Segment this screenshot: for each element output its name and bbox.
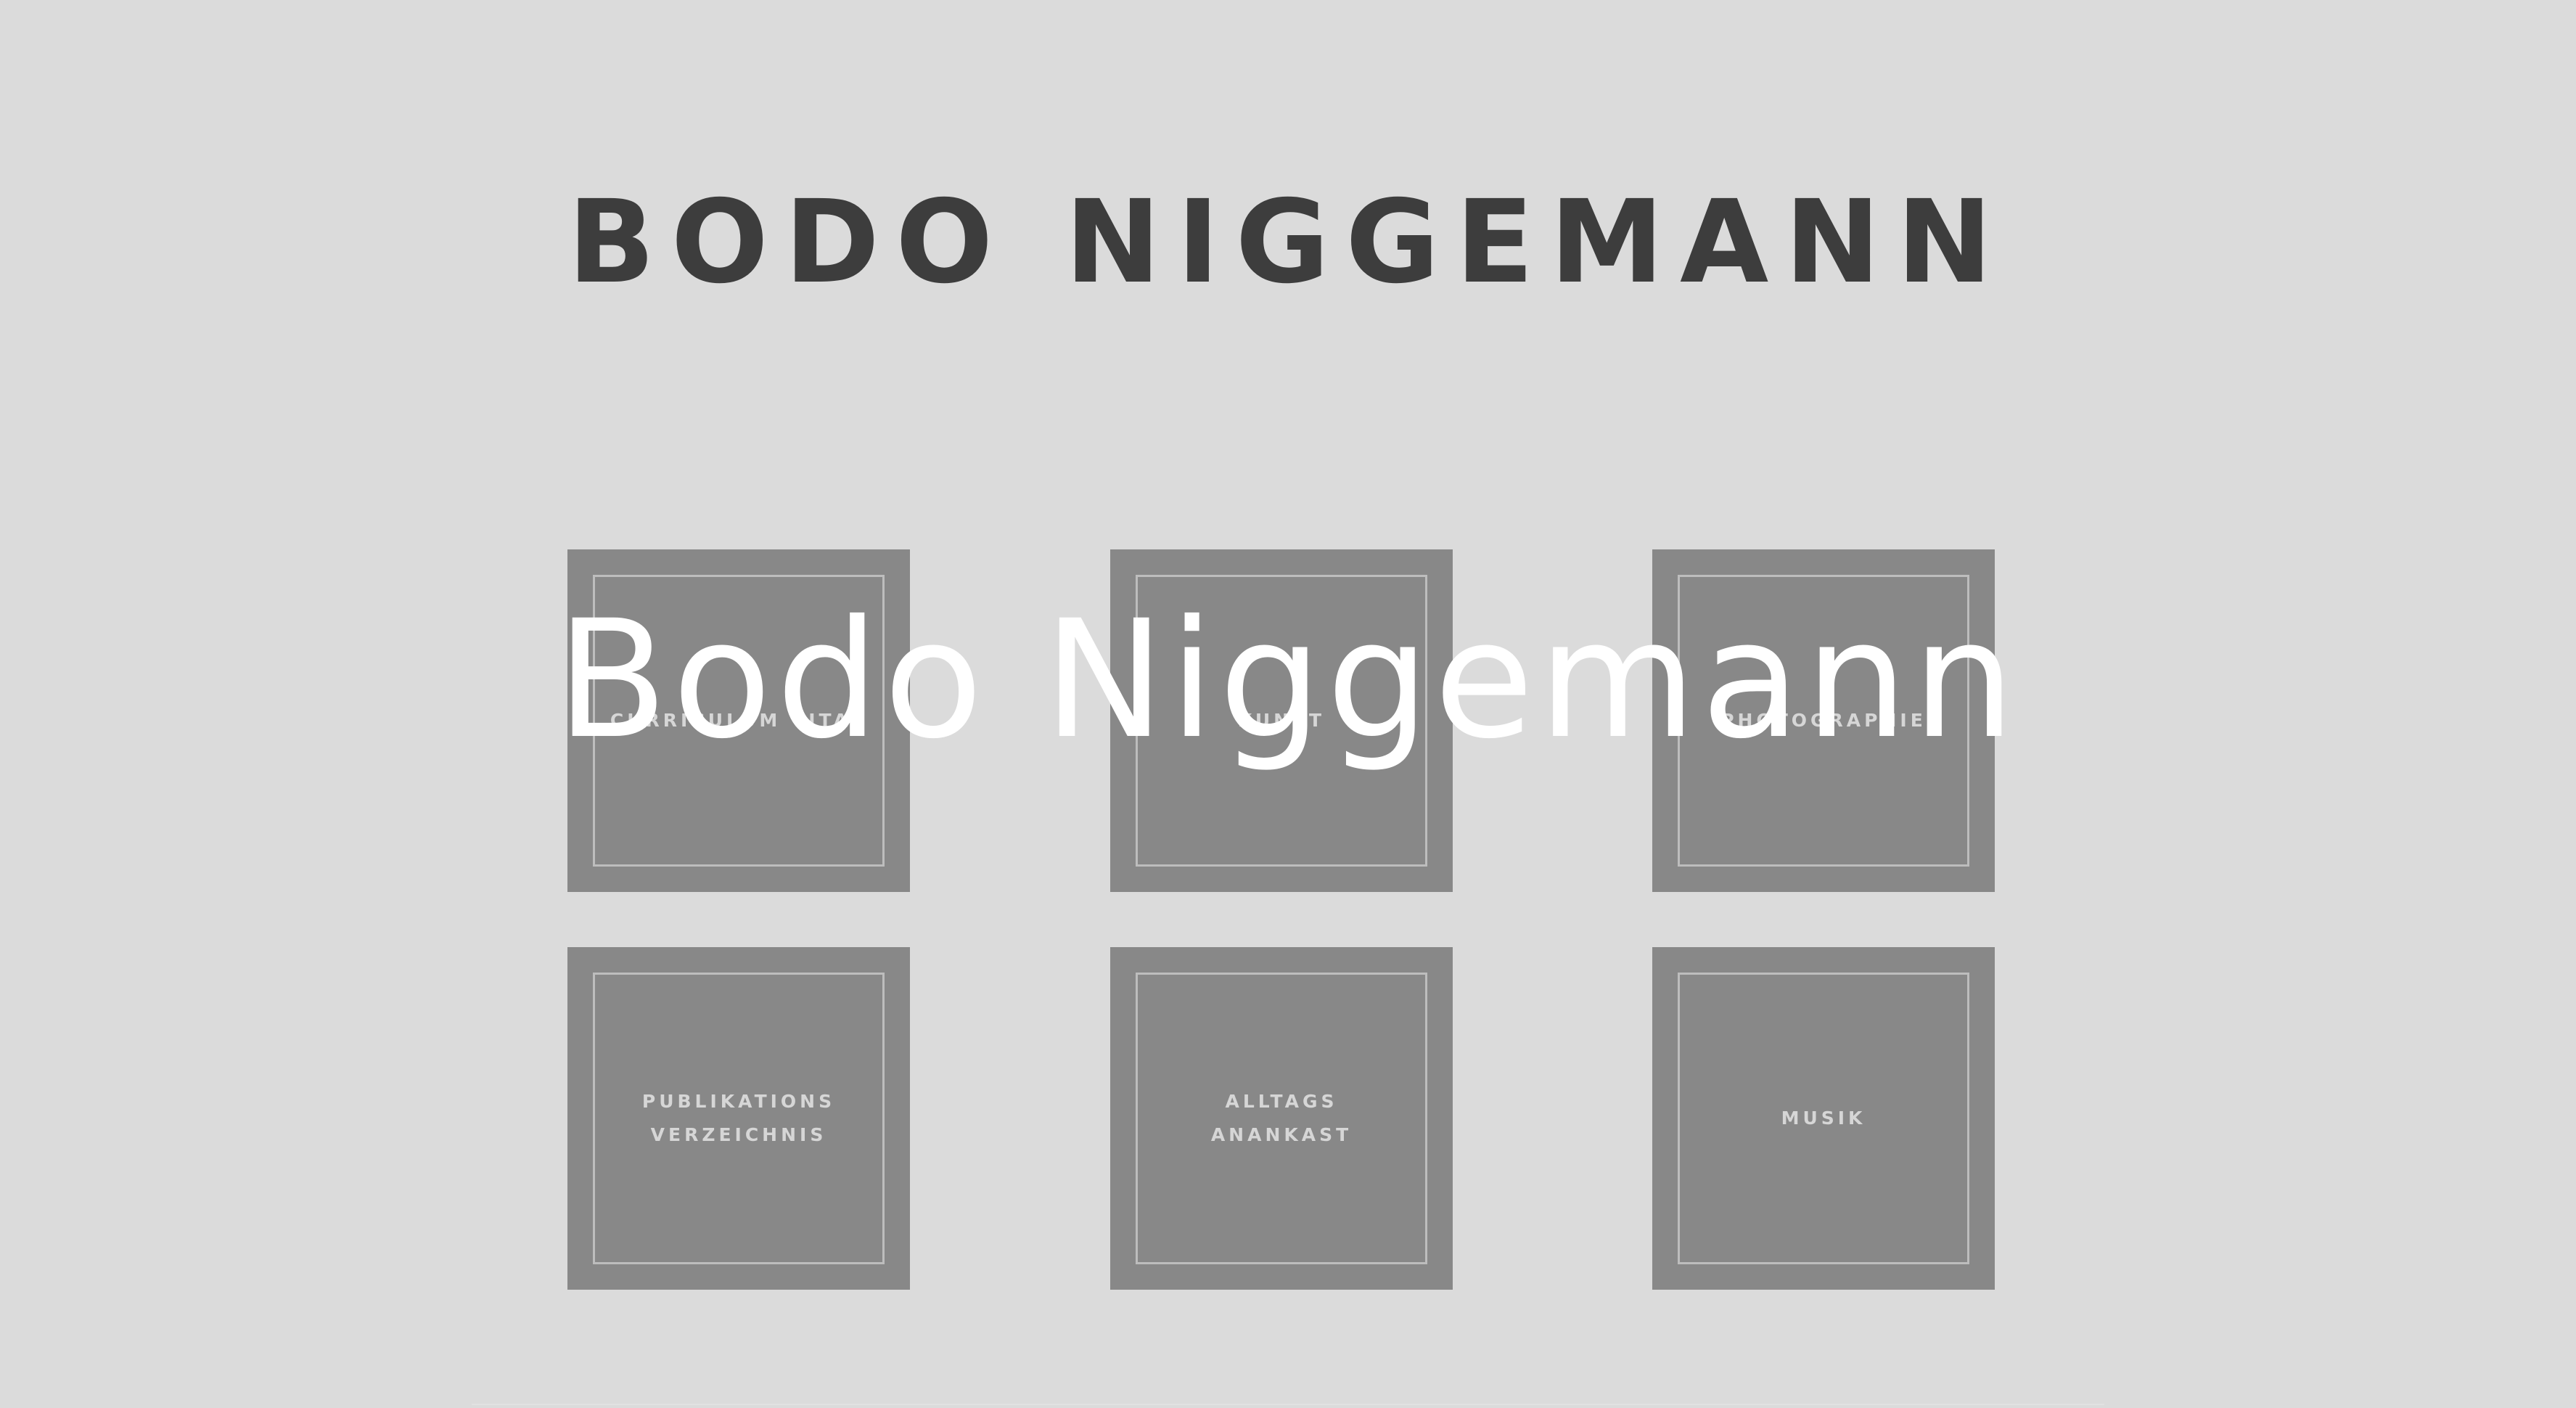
tile-label: CURRICULUM VITAE xyxy=(610,710,868,731)
tile-frame: KUNST xyxy=(1136,575,1427,867)
divider xyxy=(472,1404,2104,1405)
tile-publikations-verzeichnis[interactable]: PUBLIKATIONS VERZEICHNIS xyxy=(567,947,910,1290)
tile-kunst[interactable]: KUNST xyxy=(1110,549,1453,892)
tile-frame: PUBLIKATIONS VERZEICHNIS xyxy=(593,973,885,1264)
tile-label-line-1: PUBLIKATIONS xyxy=(641,1091,836,1112)
tile-label: KUNST xyxy=(1237,710,1326,731)
tile-label: PHOTOGRAPHIE xyxy=(1720,710,1927,731)
tile-label: PUBLIKATIONS VERZEICHNIS xyxy=(628,1085,850,1152)
tile-alltags-anankast[interactable]: ALLTAGS ANANKAST xyxy=(1110,947,1453,1290)
tile-curriculum-vitae[interactable]: CURRICULUM VITAE xyxy=(567,549,910,892)
tile-frame: MUSIK xyxy=(1678,973,1969,1264)
tile-musik[interactable]: MUSIK xyxy=(1652,947,1995,1290)
tile-label: ALLTAGS ANANKAST xyxy=(1210,1091,1353,1145)
page: BODO NIGGEMANN CURRICULUM VITAE KUNST PH… xyxy=(0,0,2576,1408)
tile-label: MUSIK xyxy=(1781,1108,1866,1129)
tile-frame: PHOTOGRAPHIE xyxy=(1678,575,1969,867)
tile-frame: ALLTAGS ANANKAST xyxy=(1136,973,1427,1264)
tile-label-line-2: VERZEICHNIS xyxy=(650,1124,827,1145)
site-title[interactable]: BODO NIGGEMANN xyxy=(0,185,2576,300)
tile-frame: CURRICULUM VITAE xyxy=(593,575,885,867)
tile-photographie[interactable]: PHOTOGRAPHIE xyxy=(1652,549,1995,892)
